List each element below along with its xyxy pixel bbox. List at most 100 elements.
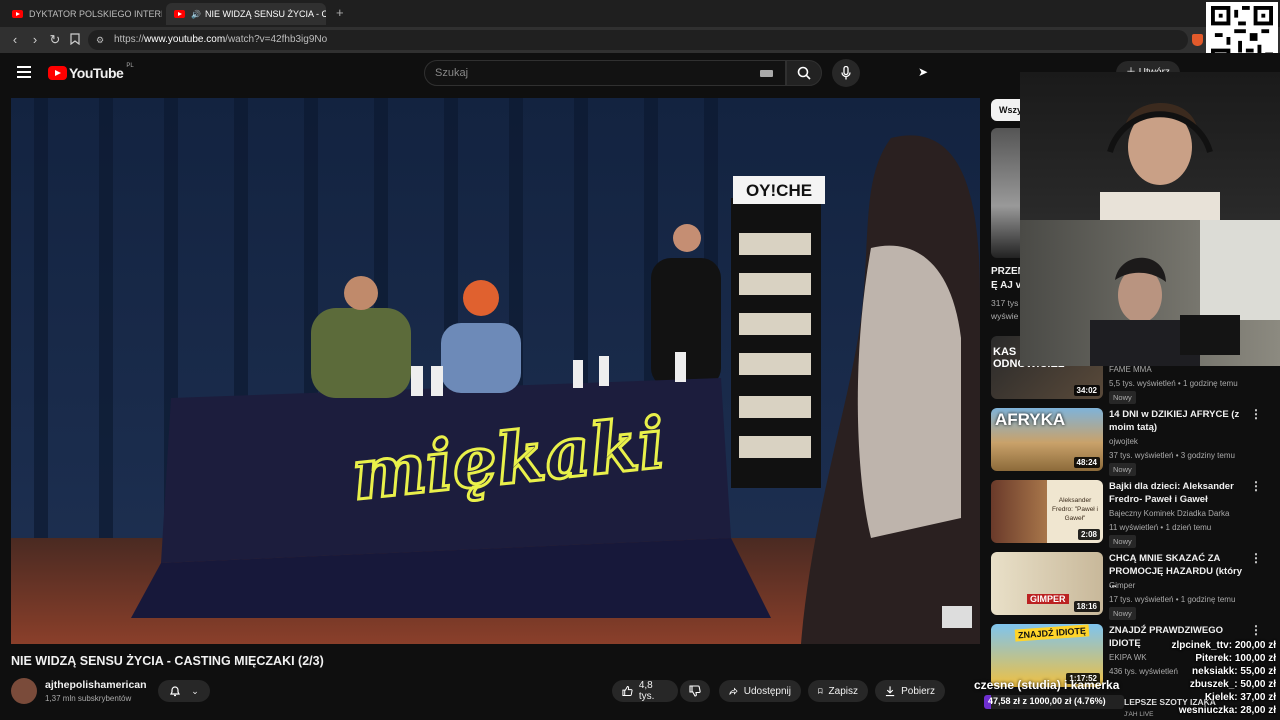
fridge-sign: OY!CHE xyxy=(746,181,812,200)
save-label: Zapisz xyxy=(828,685,858,697)
video-frame: OY!CHE miękaki xyxy=(11,98,980,644)
donor-name: zlpcinek_ttv: xyxy=(1171,640,1233,651)
more-options-icon[interactable]: ⋮ xyxy=(1250,479,1262,493)
search-icon xyxy=(797,66,811,80)
url-prefix: https:// xyxy=(114,34,145,45)
video-meta: 436 tys. wyświetleń xyxy=(1109,667,1178,676)
meta-line-2: wyświe xyxy=(991,311,1019,321)
logo-text: YouTube xyxy=(69,65,124,81)
donor-name: neksiakk: xyxy=(1192,666,1238,677)
like-button[interactable]: 4,8 tys. xyxy=(612,680,678,702)
channel-avatar[interactable] xyxy=(11,678,37,704)
search-placeholder: Szukaj xyxy=(435,67,469,79)
video-thumbnail[interactable]: GIMPER 18:16 xyxy=(991,552,1103,615)
bookmark-icon[interactable] xyxy=(68,33,82,47)
donation-amount: 100,00 zł xyxy=(1234,653,1276,664)
donation-amount: 55,00 zł xyxy=(1240,666,1276,677)
video-duration: 18:16 xyxy=(1073,601,1100,612)
donation-entry: zlpcinek_ttv: 200,00 zł xyxy=(1171,640,1276,651)
save-button[interactable]: Zapisz xyxy=(808,680,868,702)
video-duration: 2:08 xyxy=(1077,529,1100,540)
save-bookmark-icon xyxy=(818,688,823,694)
donation-amount: 50,00 zł xyxy=(1240,679,1276,690)
channel-name[interactable]: FAME MMA xyxy=(1109,365,1152,374)
donation-entry: wesniuczka: 28,00 zł xyxy=(1179,705,1276,716)
voice-search-button[interactable] xyxy=(832,59,860,87)
channel-name[interactable]: EKIPA WK xyxy=(1109,653,1147,662)
donation-entry: neksiakk: 55,00 zł xyxy=(1192,666,1276,677)
video-meta: 17 tys. wyświetleń • 1 godzinę temu xyxy=(1109,595,1236,604)
share-button[interactable]: Udostępnij xyxy=(719,680,801,702)
video-title: NIE WIDZĄ SENSU ŻYCIA - CASTING MIĘCZAKI… xyxy=(11,654,324,668)
channel-name[interactable]: ajthepolishamerican xyxy=(45,679,147,691)
video-title-link[interactable]: 14 DNI w DZIKIEJ AFRYCE (z moim tatą) xyxy=(1109,408,1244,434)
tab-title: NIE WIDZĄ SENSU ŻYCIA - CASTI xyxy=(204,9,326,19)
new-badge: Nowy xyxy=(1109,463,1136,476)
dislike-button[interactable] xyxy=(680,680,710,702)
thumbnail-text: Aleksander Fredro: "Paweł i Gaweł" xyxy=(1051,497,1099,522)
donation-goal-text: 47,58 zł z 1000,00 zł (4.76%) xyxy=(988,696,1106,706)
donation-entry: Kielek: 37,00 zł xyxy=(1205,692,1276,703)
download-label: Pobierz xyxy=(901,685,935,697)
new-tab-button[interactable]: + xyxy=(336,5,344,20)
speaker-icon: 🔊 xyxy=(191,9,201,19)
channel-name[interactable]: ojwojtek xyxy=(1109,437,1138,446)
url-field[interactable]: ⚙ https://www.youtube.com/watch?v=42fhb3… xyxy=(88,30,1188,50)
site-settings-icon[interactable]: ⚙ xyxy=(96,30,104,50)
donor-name: Piterek: xyxy=(1195,653,1233,664)
donation-entry: Piterek: 100,00 zł xyxy=(1195,653,1276,664)
menu-icon[interactable] xyxy=(17,66,31,78)
notifications-button[interactable]: ⌄ xyxy=(158,680,210,702)
thumbs-up-icon xyxy=(622,685,633,697)
streamer-webcam-1 xyxy=(1020,72,1280,220)
browser-tab-strip: DYKTATOR POLSKIEGO INTERNETU 🔊 NIE WIDZĄ… xyxy=(0,0,1280,27)
more-options-icon[interactable]: ⋮ xyxy=(1250,407,1262,421)
reload-icon[interactable]: ↻ xyxy=(48,33,62,47)
url-domain: www.youtube.com xyxy=(144,34,226,45)
subscriber-count: 1,37 mln subskrybentów xyxy=(45,694,132,703)
forward-icon[interactable]: › xyxy=(28,33,42,47)
more-options-icon[interactable]: ⋮ xyxy=(1250,551,1262,565)
download-icon xyxy=(885,686,895,697)
video-title-link[interactable]: Bajki dla dzieci: Aleksander Fredro- Paw… xyxy=(1109,480,1244,506)
meta-line-1: 317 tys xyxy=(991,298,1019,308)
video-thumbnail[interactable]: Aleksander Fredro: "Paweł i Gaweł" 2:08 xyxy=(991,480,1103,543)
search-button[interactable] xyxy=(786,60,822,86)
video-meta: 11 wyświetleń • 1 dzień temu xyxy=(1109,523,1212,532)
keyboard-icon[interactable] xyxy=(760,70,773,77)
youtube-favicon-icon xyxy=(174,10,185,18)
donor-name: zbuszek_: xyxy=(1189,679,1238,690)
more-options-icon[interactable]: ⋮ xyxy=(1250,623,1262,637)
browser-address-bar: ‹ › ↻ ⚙ https://www.youtube.com/watch?v=… xyxy=(0,27,1280,53)
partial-video-meta: 317 tys wyświe xyxy=(991,297,1018,323)
donation-goal-bar: 47,58 zł z 1000,00 zł (4.76%) xyxy=(984,695,1124,709)
new-badge: Nowy xyxy=(1109,535,1136,548)
video-thumbnail[interactable]: AFRYKA 48:24 xyxy=(991,408,1103,471)
stream-ticker-sub: J'AH LIVE xyxy=(1124,711,1154,718)
channel-name[interactable]: Bajeczny Kominek Dziadka Darka xyxy=(1109,509,1230,518)
mouse-cursor: ➤ xyxy=(918,65,929,79)
channel-name[interactable]: Gimper xyxy=(1109,581,1135,590)
back-icon[interactable]: ‹ xyxy=(8,33,22,47)
download-button[interactable]: Pobierz xyxy=(875,680,945,702)
youtube-favicon-icon xyxy=(12,10,23,18)
donation-entry: zbuszek_: 50,00 zł xyxy=(1190,679,1276,690)
logo-region: PL xyxy=(126,63,134,69)
thumbnail-text: GIMPER xyxy=(1027,594,1069,604)
share-label: Udostępnij xyxy=(743,685,791,697)
tab-title: DYKTATOR POLSKIEGO INTERNETU xyxy=(29,9,162,19)
search-input[interactable]: Szukaj xyxy=(424,60,786,86)
video-duration: 48:24 xyxy=(1073,457,1100,468)
thumbnail-text: ZNAJDŹ IDIOTĘ xyxy=(1014,624,1090,642)
browser-tab-1[interactable]: DYKTATOR POLSKIEGO INTERNETU xyxy=(4,3,162,25)
bell-icon xyxy=(170,686,181,697)
video-player[interactable]: OY!CHE miękaki xyxy=(11,98,980,644)
donation-amount: 28,00 zł xyxy=(1240,705,1276,716)
video-meta: 37 tys. wyświetleń • 3 godziny temu xyxy=(1109,451,1235,460)
url-path: /watch?v=42fhb3ig9No xyxy=(225,34,328,45)
new-badge: Nowy xyxy=(1109,391,1136,404)
video-meta: 5,5 tys. wyświetleń • 1 godzinę temu xyxy=(1109,379,1238,388)
youtube-logo[interactable]: YouTube PL xyxy=(48,63,134,81)
brave-shield-icon[interactable] xyxy=(1192,34,1203,46)
browser-tab-2[interactable]: 🔊 NIE WIDZĄ SENSU ŻYCIA - CASTI xyxy=(166,3,326,25)
